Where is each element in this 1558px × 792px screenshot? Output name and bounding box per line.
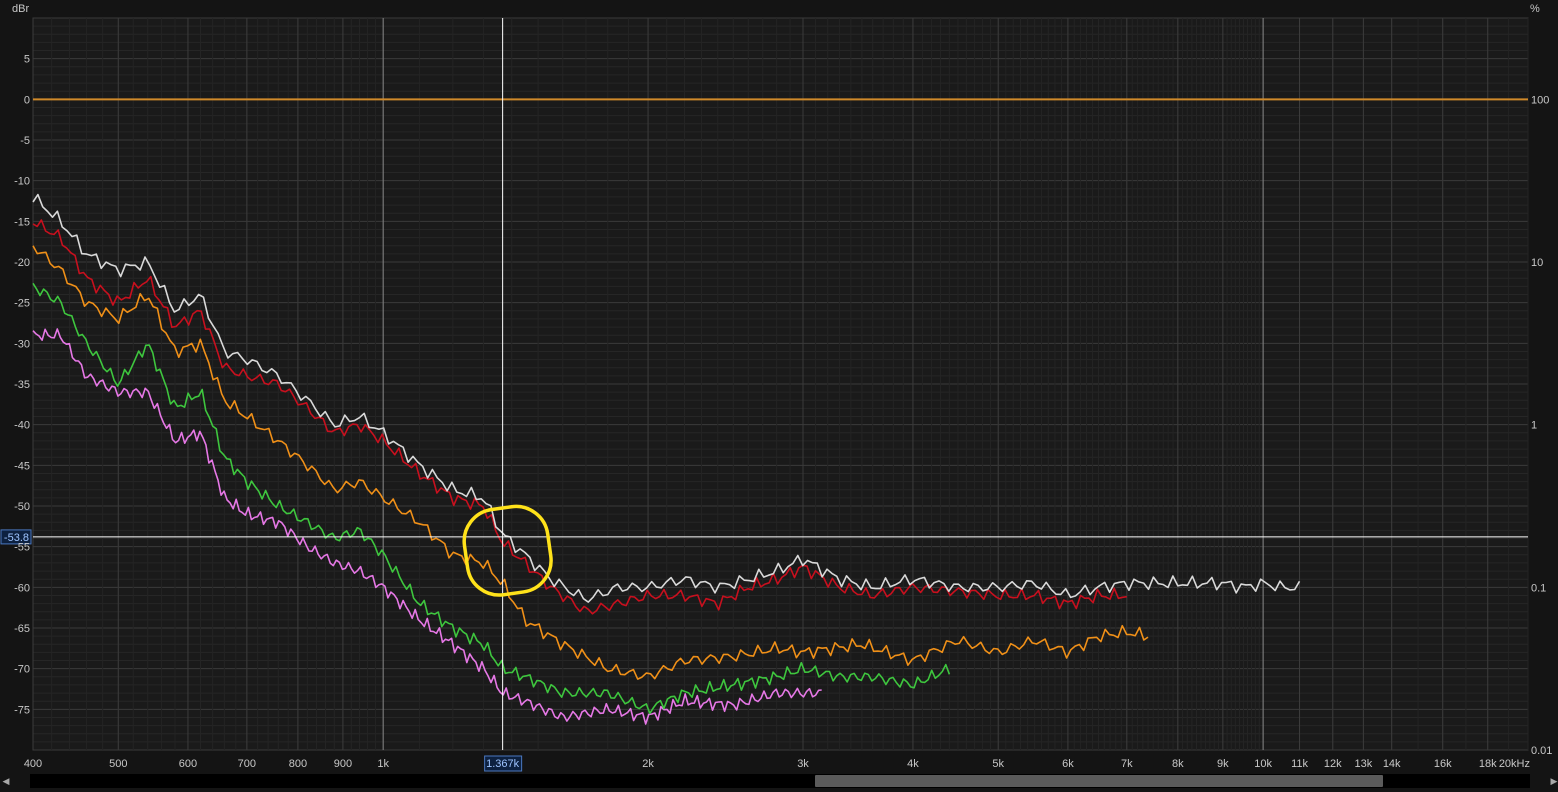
x-tick-label: 13k xyxy=(1354,758,1372,770)
x-tick-label: 600 xyxy=(179,758,197,770)
y2-tick-label: 0.1 xyxy=(1531,582,1546,594)
y-tick-label: -75 xyxy=(14,704,30,716)
y-tick-label: -65 xyxy=(14,623,30,635)
frequency-response-chart[interactable]: 1.367k-53.8 50-5-10-15-20-25-30-35-40-45… xyxy=(0,0,1558,792)
x-tick-label: 5k xyxy=(992,758,1004,770)
y-tick-label: -70 xyxy=(14,664,30,676)
y-tick-label: -55 xyxy=(14,542,30,554)
x-tick-label: 400 xyxy=(24,758,42,770)
y2-tick-label: 100 xyxy=(1531,94,1549,106)
y-axis-unit-label: dBr xyxy=(12,3,29,15)
x-tick-label: 2k xyxy=(642,758,654,770)
x-axis-end-label: 20kHz xyxy=(1499,758,1530,770)
x-tick-label: 16k xyxy=(1434,758,1452,770)
y2-tick-label: 0.01 xyxy=(1531,745,1552,757)
y-tick-label: -25 xyxy=(14,298,30,310)
x-tick-label: 11k xyxy=(1291,758,1308,770)
x-tick-label: 4k xyxy=(907,758,919,770)
x-tick-label: 14k xyxy=(1383,758,1401,770)
x-tick-label: 8k xyxy=(1172,758,1184,770)
x-tick-label: 10k xyxy=(1254,758,1272,770)
cursor-x-readout: 1.367k xyxy=(486,758,520,770)
x-tick-label: 6k xyxy=(1062,758,1074,770)
y-tick-label: -45 xyxy=(14,460,30,472)
y-tick-label: -10 xyxy=(14,176,30,188)
x-tick-label: 500 xyxy=(109,758,127,770)
x-tick-label: 7k xyxy=(1121,758,1133,770)
x-tick-label: 3k xyxy=(797,758,809,770)
y-tick-label: -15 xyxy=(14,216,30,228)
scrollbar-thumb[interactable] xyxy=(815,775,1383,787)
y-tick-label: -60 xyxy=(14,582,30,594)
x-tick-label: 700 xyxy=(238,758,256,770)
y-tick-label: -30 xyxy=(14,338,30,350)
y-tick-label: -5 xyxy=(20,135,30,147)
scroll-right-arrow-icon[interactable]: ▶ xyxy=(1548,774,1558,788)
y-tick-label: -40 xyxy=(14,420,30,432)
y2-tick-label: 10 xyxy=(1531,257,1543,269)
y-tick-label: -35 xyxy=(14,379,30,391)
x-tick-label: 900 xyxy=(334,758,352,770)
y-tick-label: -50 xyxy=(14,501,30,513)
x-tick-label: 18k xyxy=(1479,758,1497,770)
y-tick-label: 0 xyxy=(24,94,30,106)
y-tick-label: 5 xyxy=(24,54,30,66)
scroll-left-arrow-icon[interactable]: ◀ xyxy=(0,774,12,788)
horizontal-scrollbar[interactable]: ◀ ▶ xyxy=(3,774,1557,788)
y-tick-label: -20 xyxy=(14,257,30,269)
x-tick-label: 800 xyxy=(289,758,307,770)
x-tick-label: 12k xyxy=(1324,758,1342,770)
x-tick-label: 9k xyxy=(1217,758,1229,770)
y2-tick-label: 1 xyxy=(1531,420,1537,432)
x-tick-label: 1k xyxy=(377,758,389,770)
y2-axis-unit-label: % xyxy=(1530,3,1540,15)
